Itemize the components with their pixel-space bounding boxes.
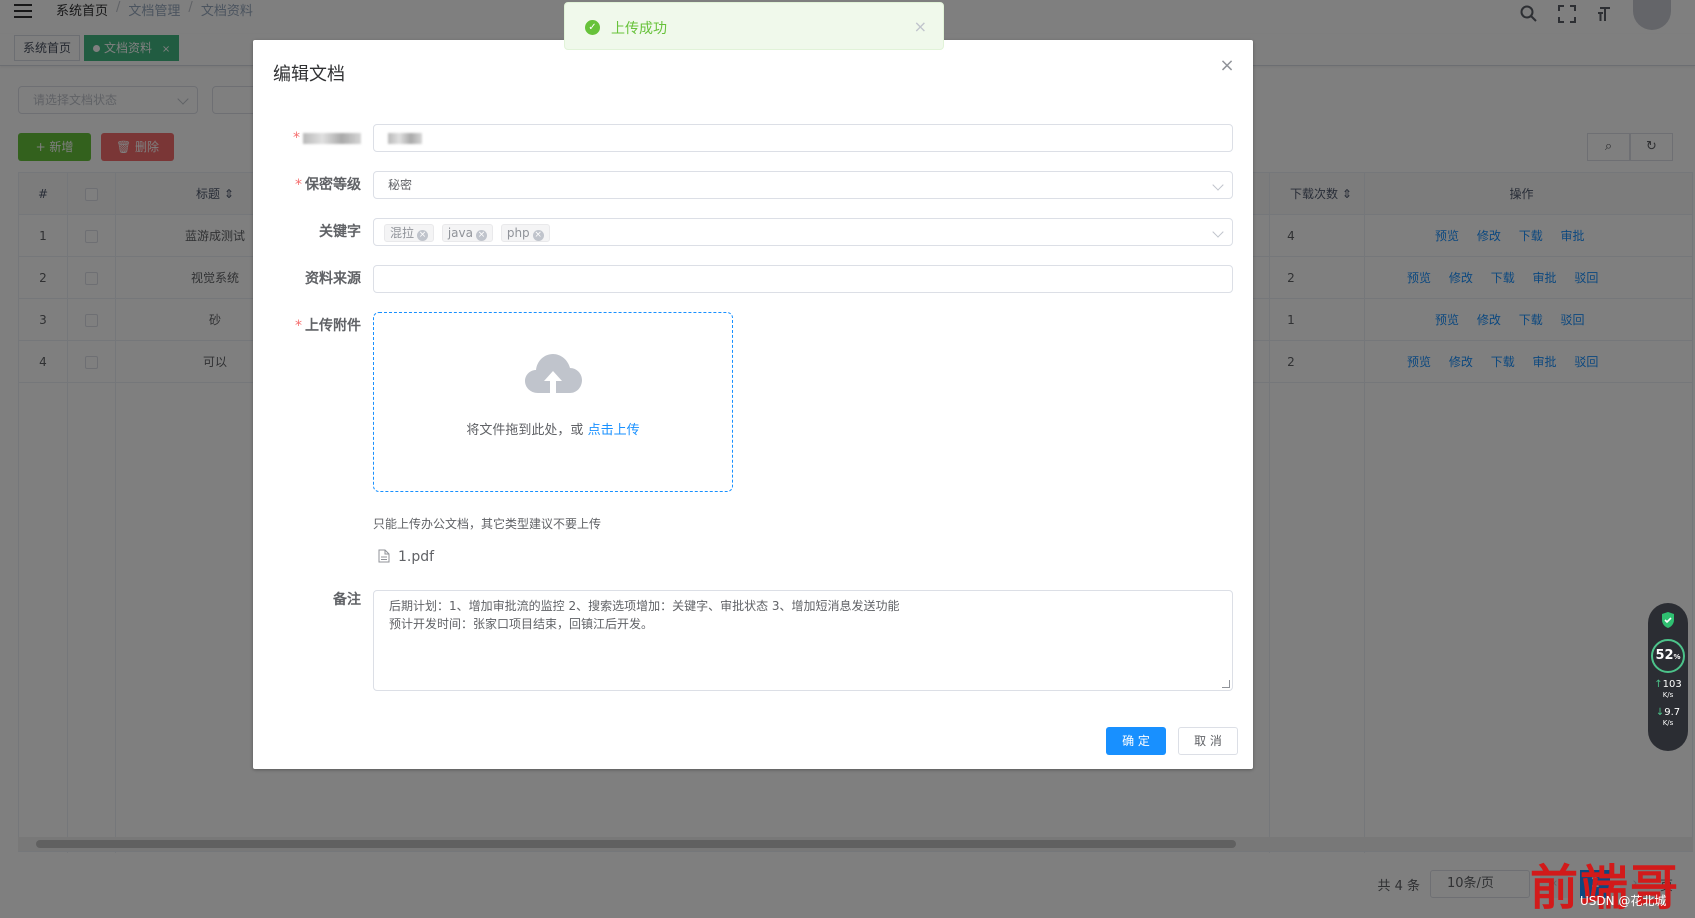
cancel-button[interactable]: 取 消 [1178,727,1238,755]
keywords-select[interactable]: 混拉 × java × php × [373,218,1233,246]
keyword-tag-label: java [447,225,473,240]
blurred-value [388,133,422,144]
level-label-text: 保密等级 [305,177,361,193]
tag-close-icon[interactable]: × [417,229,429,241]
field-label-name: * [253,124,361,152]
close-icon[interactable]: × [1219,57,1235,75]
upload-tip: 只能上传办公文档，其它类型建议不要上传 [373,517,602,531]
tag-close-icon[interactable]: × [532,229,544,241]
name-input[interactable] [373,124,1233,152]
close-icon[interactable]: × [914,17,927,36]
attachment-label-text: 上传附件 [305,318,361,334]
download-speed: ↓9.7 K/s [1648,707,1688,729]
upload-speed: ↑103 K/s [1648,679,1688,701]
cpu-usage-value: 52 [1655,648,1674,663]
download-speed-value: 9.7 [1664,707,1681,718]
check-circle-icon: ✓ [585,20,600,35]
keyword-tag: php × [500,223,550,242]
speed-unit: K/s [1662,691,1674,699]
resize-handle-icon[interactable] [1222,680,1230,688]
remark-textarea[interactable]: 后期计划：1、增加审批流的监控 2、搜索选项增加：关键字、审批状态 3、增加短消… [373,590,1233,691]
confirm-button[interactable]: 确 定 [1106,727,1166,755]
chevron-down-icon [1212,226,1224,238]
field-label-source: 资料来源 [305,271,361,287]
upload-drag-text: 将文件拖到此处，或 [466,423,584,438]
required-mark: * [295,177,302,193]
dialog-title: 编辑文档 [273,64,345,85]
level-select[interactable]: 秘密 [373,171,1233,199]
required-mark: * [293,130,300,146]
keyword-tag-label: php [506,225,530,240]
field-label-level: * 保密等级 [253,171,361,199]
success-toast: ✓ 上传成功 × [564,2,944,50]
field-label-remark: 备注 [333,592,361,608]
remark-line: 预计开发时间：张家口项目结束，回镇江后开发。 [389,617,654,631]
click-upload-link[interactable]: 点击上传 [588,423,640,438]
percent-sign: % [1673,653,1681,661]
uploaded-file-item[interactable]: 1.pdf [378,549,434,565]
watermark-csdn: USDN @花北城 [1580,894,1667,908]
keyword-tag-label: 混拉 [390,225,415,240]
toast-message: 上传成功 [611,21,667,37]
blurred-label [303,132,361,144]
speed-unit: K/s [1662,719,1674,727]
shield-icon [1662,612,1674,628]
document-icon [378,549,390,563]
cpu-usage: 52% [1651,639,1685,673]
file-name: 1.pdf [398,549,435,565]
tag-close-icon[interactable]: × [476,229,487,241]
level-select-value: 秘密 [388,178,413,192]
keyword-tag: 混拉 × [384,223,435,242]
edit-document-dialog: 编辑文档 × * * 保密等级 秘密 关键字 混拉 × java × php × 资料来… [253,40,1253,769]
keyword-tag: java × [441,223,493,242]
chevron-down-icon [1212,179,1224,191]
upload-dropzone[interactable]: 将文件拖到此处，或 点击上传 [373,312,733,492]
arrow-down-icon: ↓ [1655,707,1665,718]
required-mark: * [295,318,302,334]
cloud-upload-icon [525,354,582,393]
source-input[interactable] [373,265,1233,293]
arrow-up-icon: ↑ [1654,679,1663,690]
network-monitor-widget[interactable]: 52% ↑103 K/s ↓9.7 K/s [1648,603,1688,751]
field-label-attachment: * 上传附件 [253,312,361,340]
field-label-keywords: 关键字 [319,224,361,240]
upload-hint: 将文件拖到此处，或 点击上传 [374,419,732,438]
remark-line: 后期计划：1、增加审批流的监控 2、搜索选项增加：关键字、审批状态 3、增加短消… [389,599,900,613]
upload-speed-value: 103 [1662,679,1682,690]
